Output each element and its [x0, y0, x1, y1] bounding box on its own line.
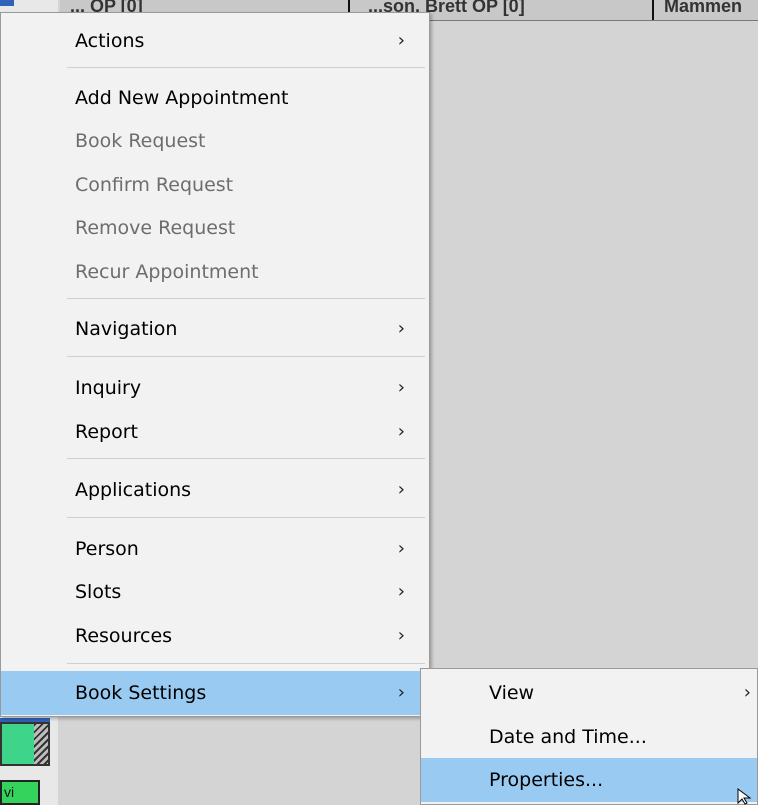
menu-item-label: Add New Appointment — [75, 87, 289, 109]
menu-item-label: Actions — [75, 30, 145, 52]
menu-separator — [67, 458, 425, 459]
menu-item-remove-request[interactable]: Remove Request — [1, 206, 429, 250]
book-settings-submenu: View › Date and Time... Properties... — [420, 668, 758, 805]
menu-item-navigation[interactable]: Navigation › — [1, 307, 429, 351]
chevron-right-icon: › — [397, 625, 405, 646]
chevron-right-icon: › — [397, 538, 405, 559]
menu-item-label: Navigation — [75, 318, 178, 340]
chevron-right-icon: › — [397, 479, 405, 500]
menu-item-label: Book Request — [75, 130, 206, 152]
menu-item-slots[interactable]: Slots › — [1, 570, 429, 614]
menu-separator — [67, 298, 425, 299]
menu-item-confirm-request[interactable]: Confirm Request — [1, 163, 429, 207]
chevron-right-icon: › — [397, 318, 405, 339]
menu-item-label: Slots — [75, 581, 122, 603]
menu-item-person[interactable]: Person › — [1, 527, 429, 571]
hatch-pattern — [34, 724, 48, 764]
chevron-right-icon: › — [397, 421, 405, 442]
menu-item-label: Recur Appointment — [75, 261, 259, 283]
menu-item-label: Resources — [75, 625, 173, 647]
menu-item-report[interactable]: Report › — [1, 410, 429, 454]
menu-item-label: Report — [75, 421, 138, 443]
chevron-right-icon: › — [397, 377, 405, 398]
menu-separator — [67, 663, 425, 664]
chevron-right-icon: › — [743, 682, 751, 703]
menu-item-recur-appointment[interactable]: Recur Appointment — [1, 250, 429, 294]
menu-item-add-new-appointment[interactable]: Add New Appointment — [1, 76, 429, 120]
menu-item-label: Confirm Request — [75, 174, 234, 196]
menu-item-inquiry[interactable]: Inquiry › — [1, 366, 429, 410]
mouse-cursor-icon — [737, 788, 752, 805]
menu-separator — [67, 67, 425, 68]
chevron-right-icon: › — [397, 682, 405, 703]
chevron-right-icon: › — [397, 581, 405, 602]
menu-item-book-settings[interactable]: Book Settings › — [1, 671, 429, 715]
menu-item-label: Book Settings — [75, 682, 207, 704]
context-menu: Actions › Add New Appointment Book Reque… — [0, 12, 430, 717]
menu-separator — [67, 356, 425, 357]
selection-indicator — [0, 0, 14, 6]
appointment-block[interactable] — [0, 722, 50, 766]
menu-item-book-request[interactable]: Book Request — [1, 119, 429, 163]
column-separator — [652, 0, 654, 20]
menu-item-label: Applications — [75, 479, 192, 501]
menu-item-label: View — [489, 682, 535, 704]
menu-item-actions[interactable]: Actions › — [1, 19, 429, 63]
menu-item-applications[interactable]: Applications › — [1, 468, 429, 512]
menu-separator — [67, 517, 425, 518]
submenu-item-date-and-time[interactable]: Date and Time... — [421, 715, 757, 759]
menu-item-label: Date and Time... — [489, 726, 647, 748]
menu-item-label: Properties... — [489, 769, 604, 791]
menu-item-resources[interactable]: Resources › — [1, 614, 429, 658]
menu-item-label: Remove Request — [75, 217, 236, 239]
submenu-item-properties[interactable]: Properties... — [421, 758, 757, 802]
menu-item-label: Person — [75, 538, 139, 560]
submenu-item-view[interactable]: View › — [421, 671, 757, 715]
appointment-block[interactable]: vi — [0, 780, 40, 805]
appointment-label: vi — [4, 784, 15, 800]
column-header[interactable]: Mammen — [664, 0, 758, 17]
chevron-right-icon: › — [397, 30, 405, 51]
menu-item-label: Inquiry — [75, 377, 142, 399]
